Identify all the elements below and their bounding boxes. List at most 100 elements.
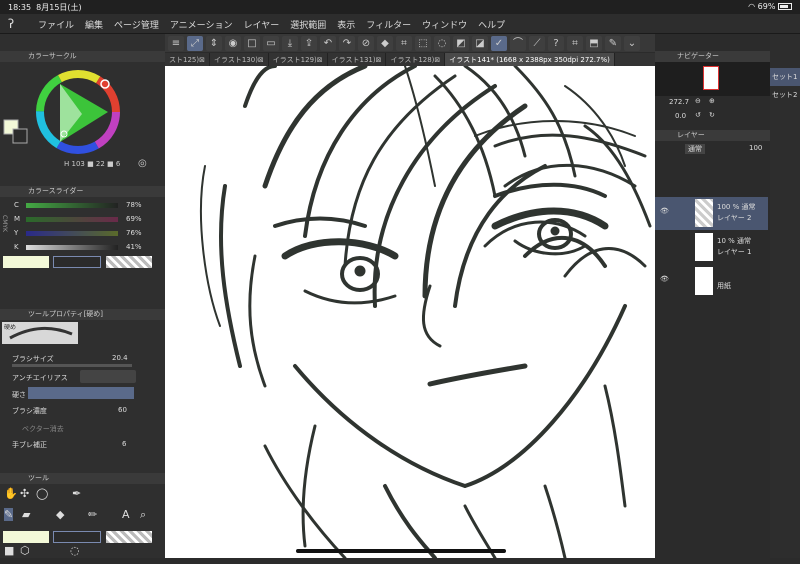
right-tab-set2[interactable]: セット2 — [770, 86, 800, 104]
zoom-value[interactable]: 272.7 — [669, 98, 689, 106]
color-circle-mode-icon[interactable]: ◎ — [138, 158, 147, 169]
tab-doc[interactable]: スト125)⊠ — [165, 53, 210, 66]
layer-tools — [655, 157, 770, 197]
menu-icon[interactable]: ≡ — [168, 35, 184, 51]
vector-erase-label[interactable]: ベクター消去 — [22, 424, 64, 434]
menu-help[interactable]: ヘルプ — [478, 18, 505, 31]
slider-y[interactable] — [26, 231, 118, 236]
antialias-options[interactable] — [80, 370, 136, 383]
menu-edit[interactable]: 編集 — [85, 18, 103, 31]
color-wheel[interactable] — [0, 62, 165, 170]
menu-filter[interactable]: フィルター — [366, 18, 411, 31]
slider-m[interactable] — [26, 217, 118, 222]
brush-tool-icon[interactable]: ✏ — [88, 508, 97, 521]
transform-icon[interactable]: ⤢ — [187, 35, 203, 51]
eye-icon[interactable]: 👁 — [660, 275, 669, 283]
new-file-icon[interactable]: □ — [244, 35, 260, 51]
menu-window[interactable]: ウィンドウ — [422, 18, 467, 31]
lasso-tool-icon[interactable]: ◯ — [36, 487, 48, 500]
pen-tool-icon[interactable]: ✎ — [4, 508, 14, 521]
eyedropper-tool-icon[interactable]: ✒ — [72, 487, 81, 500]
snap-icon[interactable]: ◪ — [472, 35, 488, 51]
zoom-out-icon[interactable]: ⊖ — [695, 97, 701, 105]
pen-icon[interactable]: ✎ — [605, 35, 621, 51]
transparent-swatch[interactable] — [106, 256, 152, 268]
right-tab-set1[interactable]: セット1 — [770, 68, 800, 86]
undo-icon[interactable]: ↶ — [320, 35, 336, 51]
main-color-swatch[interactable] — [3, 531, 49, 543]
tab-doc[interactable]: イラスト128)⊠ — [386, 53, 446, 66]
fill-tool-icon[interactable]: ◆ — [56, 508, 64, 521]
sub-color-swatch[interactable] — [53, 531, 101, 543]
tab-active-doc[interactable]: イラスト141* (1668 x 2388px 350dpi 272.7%) — [445, 53, 615, 66]
polygon-tool-icon[interactable]: ⬡ — [20, 544, 30, 557]
opacity-value[interactable]: 100 — [749, 144, 762, 152]
ruler-icon[interactable]: ◩ — [453, 35, 469, 51]
perspective-icon[interactable]: ⟋ — [529, 35, 545, 51]
tab-doc[interactable]: イラスト131)⊠ — [328, 53, 387, 66]
drawing-canvas[interactable] — [165, 66, 655, 558]
color-slider-title: カラースライダー — [0, 186, 165, 197]
status-time-date: 18:35 8月15日(土) — [8, 3, 82, 12]
sub-color-swatch[interactable] — [53, 256, 101, 268]
hand-tool-icon[interactable]: ✋ — [4, 487, 18, 500]
clear-icon[interactable]: ⊘ — [358, 35, 374, 51]
layer-item[interactable]: 👁 100 % 通常 レイヤー 2 — [655, 197, 768, 230]
slider-c[interactable] — [26, 203, 118, 208]
layer-move-icon[interactable]: ⬒ — [586, 35, 602, 51]
share-icon[interactable]: ⇪ — [301, 35, 317, 51]
brush-preview: 硬め — [2, 322, 78, 344]
angle-value[interactable]: 0.0 — [675, 112, 686, 120]
menu-file[interactable]: ファイル — [38, 18, 74, 31]
help-icon[interactable]: ? — [548, 35, 564, 51]
slider-k[interactable] — [26, 245, 118, 250]
menu-selection[interactable]: 選択範囲 — [290, 18, 326, 31]
balloon-tool-icon[interactable]: ◌ — [70, 544, 80, 557]
preview-icon[interactable]: ◉ — [225, 35, 241, 51]
eraser-tool-icon[interactable]: ▰ — [22, 508, 30, 521]
value-k: 41% — [126, 243, 142, 251]
zoom-in-icon[interactable]: ⊕ — [709, 97, 715, 105]
eye-icon[interactable]: 👁 — [660, 207, 669, 215]
select-all-icon[interactable]: ⬚ — [415, 35, 431, 51]
deselect-icon[interactable]: ◌ — [434, 35, 450, 51]
menu-animation[interactable]: アニメーション — [170, 18, 233, 31]
transparent-swatch[interactable] — [106, 531, 152, 543]
navigator-title: ナビゲーター — [655, 51, 770, 62]
move-tool-icon[interactable]: ✣ — [20, 487, 29, 500]
brush-snap-icon[interactable]: ⌒ — [510, 35, 526, 51]
blend-mode-select[interactable]: 通常 — [685, 144, 705, 154]
chevron-updown-icon[interactable]: ⇕ — [206, 35, 222, 51]
antialias-label: アンチエイリアス — [12, 374, 68, 382]
chevron-down-icon[interactable]: ⌄ — [624, 35, 640, 51]
search-icon[interactable]: ⌕ — [140, 508, 146, 522]
layer-item[interactable]: 10 % 通常 レイヤー 1 — [655, 231, 768, 264]
battery-percent: 69% — [757, 2, 776, 11]
open-folder-icon[interactable]: ▭ — [263, 35, 279, 51]
stabilization-label: 手ブレ補正 — [12, 441, 47, 449]
main-color-swatch[interactable] — [3, 256, 49, 268]
command-bar: ≡ ⤢ ⇕ ◉ □ ▭ ⤓ ⇪ ↶ ↷ ⊘ ◆ ⌗ ⬚ ◌ ◩ ◪ ✓ ⌒ ⟋ … — [165, 34, 655, 52]
navigator-preview[interactable] — [655, 62, 770, 96]
menu-page[interactable]: ページ管理 — [114, 18, 159, 31]
rotate-left-icon[interactable]: ↺ — [695, 111, 701, 119]
text-tool-icon[interactable]: A — [122, 508, 130, 521]
tab-doc[interactable]: イラスト130)⊠ — [210, 53, 269, 66]
hardness-options[interactable] — [28, 387, 134, 399]
snap-ruler-icon[interactable]: ✓ — [491, 35, 507, 51]
save-icon[interactable]: ⤓ — [282, 35, 298, 51]
brush-size-slider[interactable] — [12, 364, 132, 367]
menu-view[interactable]: 表示 — [337, 18, 355, 31]
tab-doc[interactable]: イラスト129)⊠ — [269, 53, 328, 66]
menu-layer[interactable]: レイヤー — [244, 18, 280, 31]
redo-icon[interactable]: ↷ — [339, 35, 355, 51]
tool-property-title: ツールプロパティ[硬め] — [0, 309, 165, 320]
crop-icon[interactable]: ⌗ — [396, 35, 412, 51]
frame-icon[interactable]: ⌗ — [567, 35, 583, 51]
app-logo-icon[interactable]: ʔ — [8, 17, 22, 31]
fill-icon[interactable]: ◆ — [377, 35, 393, 51]
layer-item[interactable]: 👁 用紙 — [655, 265, 768, 298]
shape-tool-icon[interactable]: ■ — [4, 544, 14, 557]
rotate-right-icon[interactable]: ↻ — [709, 111, 715, 119]
wifi-icon: ◠ — [748, 2, 756, 11]
